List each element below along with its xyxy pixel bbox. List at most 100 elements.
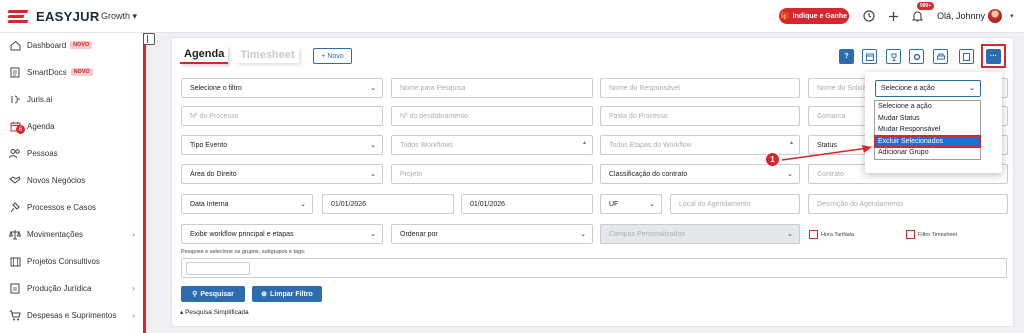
workflows-value: Todos Workflows [400,141,453,149]
sidebar-item-label: Dashboard [27,40,67,50]
project-input[interactable]: Projeto [391,164,593,184]
tags-search-field[interactable] [186,262,250,275]
plan-selector[interactable]: Growth ▾ [101,11,137,22]
uf-select[interactable]: UF ⌄ [600,194,662,214]
search-button[interactable]: ⚲ Pesquisar [181,286,245,302]
filter-select[interactable]: Selecione o filtro ⌄ [181,78,383,98]
clear-filter-button[interactable]: ⊕ Limpar Filtro [252,286,322,302]
custom-fields-value: Campos Personalizados [609,230,685,238]
schedule-place-input[interactable]: Local do Agendamento [670,194,800,214]
indique-button[interactable]: 🎁 Indique e Ganhe [779,8,849,24]
sidebar-item-dashboard[interactable]: Dashboard NOVO [9,36,141,54]
sidebar-item-despesas[interactable]: Despesas e Suprimentos › [9,306,141,324]
settings-icon[interactable] [909,49,924,64]
responsible-input[interactable]: Nome do Responsável [600,78,800,98]
tags-hint: Pesquise e selecione os grupos, subgrupo… [181,249,306,255]
home-icon [9,39,21,51]
checkbox-box[interactable] [809,230,818,239]
more-button-highlight [981,44,1006,68]
notification-badge: 999+ [917,2,935,10]
event-type-select[interactable]: Tipo Evento ⌄ [181,135,383,155]
action-select[interactable]: Selecione a ação ⌄ [875,80,981,97]
new-button[interactable]: + Novo [313,48,352,64]
sidebar-item-label: Projetos Consultivos [27,256,100,266]
search-button-label: Pesquisar [200,290,234,298]
chevron-down-icon: ⌄ [580,231,586,238]
sidebar-item-processos[interactable]: Processos e Casos [9,198,141,216]
date-type-select[interactable]: Data Interna ⌄ [181,194,313,214]
calendar-icon[interactable] [862,49,877,64]
chevron-down-icon: ⌄ [370,171,376,178]
chevron-down-icon: ⌄ [370,85,376,92]
avatar[interactable] [988,9,1002,23]
sidebar: Dashboard NOVO SmartDocs NOVO Juris.ai 6… [0,33,146,333]
chevron-down-icon: ▴ [582,140,586,146]
building-icon [9,255,21,267]
user-greeting[interactable]: Olá, Johnny [937,11,985,21]
print-icon[interactable] [933,49,948,64]
tab-agenda[interactable]: Agenda [180,46,229,64]
sidebar-item-label: Despesas e Suprimentos [27,310,117,320]
checkbox-box[interactable] [906,230,915,239]
chevron-down-icon[interactable]: ▾ [1010,12,1014,20]
date-to-input[interactable]: 01/01/2026 [461,194,593,214]
process-folder-input[interactable]: Pasta do Processo [600,106,800,126]
sidebar-item-novos-negocios[interactable]: Novos Negócios [9,171,141,189]
search-name-input[interactable]: Nome para Pesquisa [391,78,593,98]
trophy-icon[interactable] [886,49,901,64]
timesheet-filter-checkbox[interactable]: Filtro Timesheet [906,230,957,239]
chevron-down-icon: ⌄ [787,171,793,178]
plan-label: Growth [101,11,131,21]
sidebar-item-projetos[interactable]: Projetos Consultivos [9,252,141,270]
sidebar-item-pessoas[interactable]: Pessoas [9,144,141,162]
chevron-right-icon: › [132,229,135,239]
order-by-select[interactable]: Ordenar por ⌄ [391,224,593,244]
tags-input[interactable] [181,258,1007,278]
law-area-select[interactable]: Área do Direito ⌄ [181,164,383,184]
workflow-display-select[interactable]: Exibir workflow principal e etapas ⌄ [181,224,383,244]
tab-timesheet[interactable]: Timesheet [236,47,298,63]
scale-icon [9,228,21,240]
sidebar-item-producao[interactable]: Produção Jurídica › [9,279,141,297]
pdf-icon[interactable] [959,49,974,64]
sidebar-item-jurisai[interactable]: Juris.ai [9,90,141,108]
new-tag: NOVO [70,68,93,76]
action-options-list: Selecione a ação Mudar Status Mudar Resp… [874,100,981,160]
action-option[interactable]: Mudar Status [875,113,980,125]
chevron-down-icon: ⌄ [300,201,306,208]
billed-hour-checkbox[interactable]: Hora Tarifada [809,230,854,239]
action-option[interactable]: Selecione a ação [875,101,980,113]
date-from-input[interactable]: 01/01/2026 [322,194,454,214]
agenda-count-badge: 6 [16,125,25,134]
document-icon [9,66,21,78]
action-option-delete-selected[interactable]: Excluir Selecionados [874,134,981,148]
clock-icon[interactable] [861,8,877,24]
split-number-input[interactable]: Nº do desdobramento [391,106,593,126]
sidebar-collapse-icon[interactable] [143,33,155,45]
sidebar-item-agenda[interactable]: 6 Agenda [9,117,141,135]
people-icon [9,147,21,159]
action-option[interactable]: Mudar Responsável [875,124,980,136]
workflows-select[interactable]: Todos Workflows ▴ [391,135,593,155]
process-number-input[interactable]: Nº do Processo [181,106,383,126]
logo-mark-icon [7,9,30,24]
simple-search-toggle[interactable]: ▴ Pesquisa Simplificada [180,308,249,316]
top-bar: EASYJUR Growth ▾ 🎁 Indique e Ganhe 999+ … [0,0,1024,33]
bell-icon[interactable] [909,8,925,24]
sidebar-item-smartdocs[interactable]: SmartDocs NOVO [9,63,141,81]
schedule-description-input[interactable]: Descrição do Agendamento [808,194,1008,214]
plus-icon[interactable] [885,8,901,24]
sidebar-item-label: Agenda [27,121,55,131]
action-select-value: Selecione a ação [881,85,935,92]
help-icon[interactable]: ? [839,49,854,64]
action-option[interactable]: Adicionar Grupo [875,147,980,159]
timesheet-filter-label: Filtro Timesheet [918,231,958,238]
event-type-value: Tipo Evento [190,141,228,149]
contract-class-select[interactable]: Classificação do contrato ⌄ [600,164,800,184]
file-icon [9,282,21,294]
sidebar-item-movimentacoes[interactable]: Movimentações › [9,225,141,243]
search-icon: ⚲ [192,291,198,298]
chevron-down-icon: ⌄ [370,231,376,238]
logo[interactable]: EASYJUR [7,9,100,24]
gavel-icon [9,201,21,213]
